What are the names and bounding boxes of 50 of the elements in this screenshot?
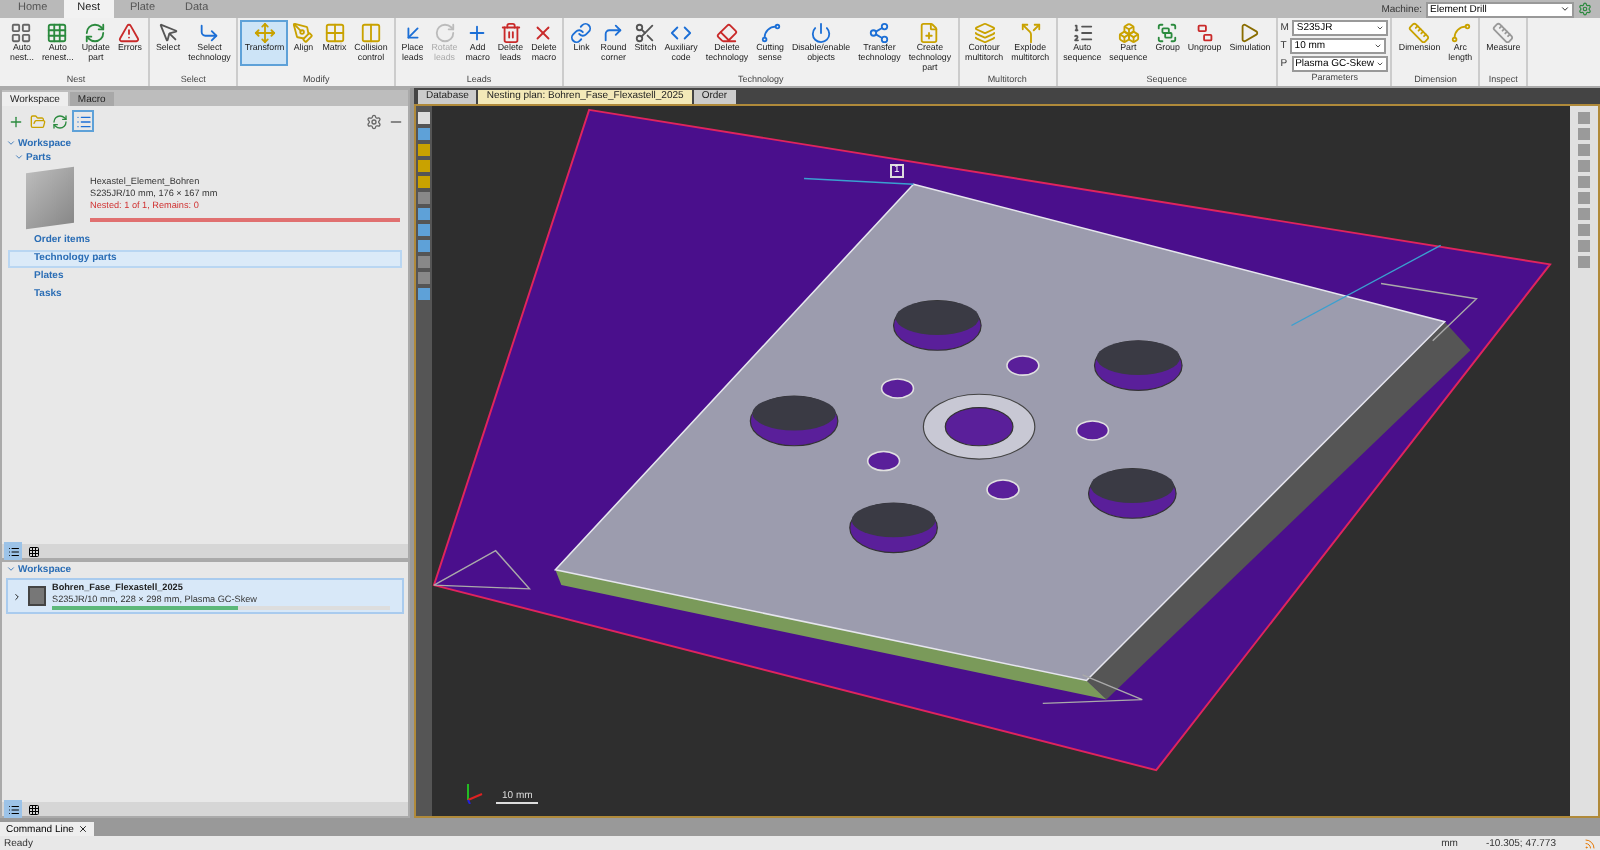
group-icon xyxy=(1156,22,1179,44)
ruler-icon xyxy=(1408,22,1431,44)
grid-view-icon[interactable] xyxy=(24,542,42,560)
grid-icon xyxy=(10,22,33,44)
file-plus-icon xyxy=(918,22,941,44)
cross-icon xyxy=(532,22,555,44)
folder-icon[interactable] xyxy=(28,112,46,130)
settings-icon[interactable] xyxy=(1578,2,1592,16)
refresh-icon[interactable] xyxy=(50,112,68,130)
ruler-icon xyxy=(1492,22,1515,44)
caret-icon[interactable] xyxy=(12,591,22,601)
play-icon xyxy=(1238,22,1261,44)
move-icon xyxy=(253,22,276,44)
plus-icon[interactable] xyxy=(6,112,24,130)
link-icon xyxy=(570,22,593,44)
pointer-icon xyxy=(157,22,180,44)
grid-icon xyxy=(323,22,346,44)
plus-icon xyxy=(466,22,489,44)
part-thumbnail xyxy=(26,166,74,230)
grid-icon xyxy=(46,22,69,44)
layers-icon xyxy=(973,22,996,44)
settings-icon[interactable] xyxy=(364,112,382,130)
code-icon xyxy=(670,22,693,44)
corner-arrow-icon xyxy=(198,22,221,44)
axes-icon xyxy=(464,780,484,804)
list-icon xyxy=(1071,22,1094,44)
power-icon xyxy=(810,22,833,44)
curve-icon xyxy=(759,22,782,44)
split-icon xyxy=(1019,22,1042,44)
list-view-icon[interactable] xyxy=(4,800,22,818)
trash-icon xyxy=(499,22,522,44)
list-icon[interactable] xyxy=(72,110,94,132)
warning-icon xyxy=(118,22,141,44)
grid-view-icon[interactable] xyxy=(24,800,42,818)
columns-icon xyxy=(359,22,382,44)
ungroup-icon xyxy=(1193,22,1216,44)
boxes-icon xyxy=(1117,22,1140,44)
share-icon xyxy=(868,22,891,44)
eraser-icon xyxy=(715,22,738,44)
list-view-icon[interactable] xyxy=(4,542,22,560)
scissors-icon xyxy=(634,22,657,44)
plan-thumbnail xyxy=(28,586,46,606)
rotate-icon xyxy=(433,22,456,44)
refresh-icon xyxy=(84,22,107,44)
corner-arrow-icon xyxy=(602,22,625,44)
caret-icon[interactable] xyxy=(1560,4,1570,14)
arrow-icon xyxy=(401,22,424,44)
pen-icon xyxy=(292,22,315,44)
curve-icon xyxy=(1449,22,1472,44)
feed-icon xyxy=(1584,837,1596,849)
